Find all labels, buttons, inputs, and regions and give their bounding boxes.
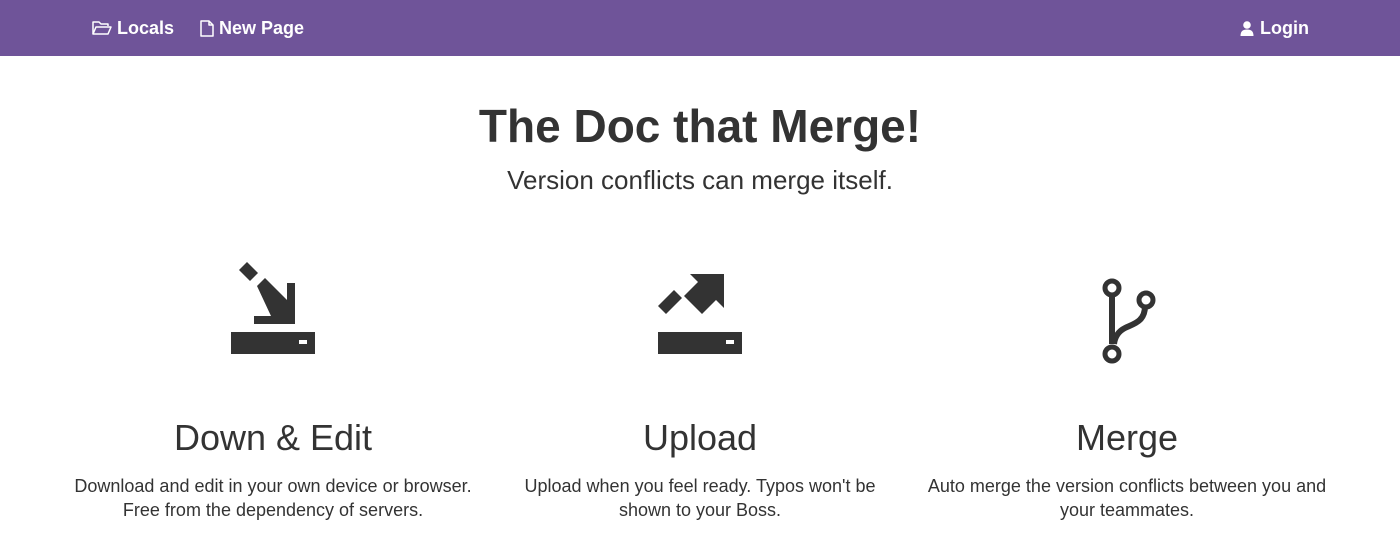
- nav-locals-link[interactable]: Locals: [92, 0, 174, 56]
- upload-icon: [658, 274, 742, 354]
- user-icon: [1239, 20, 1255, 36]
- page-title: The Doc that Merge!: [478, 100, 922, 152]
- file-icon: [200, 19, 214, 37]
- feature-title: Merge: [1075, 417, 1179, 458]
- feature-down-edit: Down & Edit Download and edit in your ow…: [63, 250, 483, 520]
- feature-title: Upload: [642, 417, 758, 458]
- nav-new-page-label: New Page: [219, 17, 305, 38]
- page-subtitle: Version conflicts can merge itself.: [507, 165, 893, 195]
- feature-description: Download and edit in your own device or …: [63, 474, 483, 522]
- feature-description-line: Upload when you feel ready. Typos won't …: [524, 476, 876, 496]
- feature-description-line: your teammates.: [1059, 500, 1195, 520]
- feature-description-line: Free from the dependency of servers.: [122, 500, 424, 520]
- nav-login-label: Login: [1260, 17, 1309, 38]
- top-navbar: Locals New Page Login: [0, 0, 1400, 56]
- feature-title: Down & Edit: [173, 417, 373, 458]
- download-icon: [231, 262, 315, 354]
- nav-locals-label: Locals: [117, 17, 175, 38]
- feature-description-line: Auto merge the version conflicts between…: [927, 476, 1327, 496]
- feature-description-line: Download and edit in your own device or …: [74, 476, 472, 496]
- feature-upload: Upload Upload when you feel ready. Typos…: [490, 250, 910, 520]
- feature-description: Auto merge the version conflicts between…: [917, 474, 1337, 522]
- feature-description: Upload when you feel ready. Typos won't …: [490, 474, 910, 522]
- nav-new-page-link[interactable]: New Page: [200, 0, 304, 56]
- merge-branch-icon: [1102, 278, 1156, 364]
- nav-login-link[interactable]: Login: [1239, 0, 1309, 56]
- folder-open-icon: [92, 20, 112, 36]
- feature-merge: Merge Auto merge the version conflicts b…: [917, 250, 1337, 520]
- feature-description-line: shown to your Boss.: [618, 500, 782, 520]
